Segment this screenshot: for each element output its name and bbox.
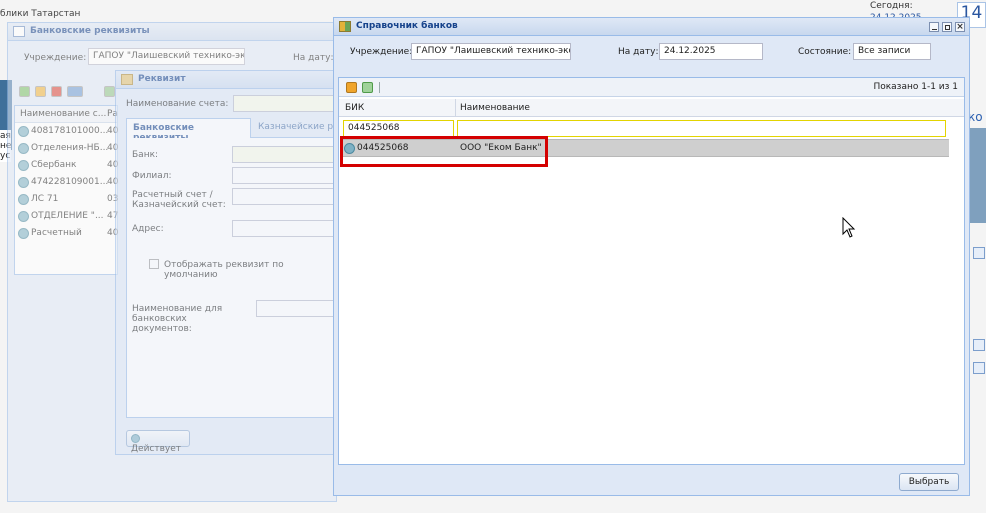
edit-icon[interactable] [35, 86, 46, 97]
filter-panel: Учреждение: ГАПОУ "Лаишевский технико-эк… [338, 38, 965, 65]
status-icon [18, 211, 29, 222]
institution-label: Учреждение: [24, 53, 87, 63]
table-row[interactable]: Отделения-НБ... 40 [15, 140, 118, 157]
requisite-icon [121, 74, 133, 85]
date-label: На дату: [618, 47, 659, 57]
tab-bank-requisites[interactable]: Банковские реквизиты [126, 118, 251, 143]
default-checkbox[interactable] [149, 259, 159, 269]
background-right-icon-2[interactable] [973, 339, 985, 351]
shown-count: Показано 1-1 из 1 [873, 82, 958, 92]
account-name-label: Наименование счета: [126, 99, 229, 109]
maximize-icon[interactable] [942, 22, 952, 32]
col-name-header[interactable]: Наименование с... [20, 109, 106, 119]
doc-name-field[interactable] [256, 300, 339, 317]
date-field[interactable]: 24.12.2025 [659, 43, 763, 60]
tab-treasury-requisites[interactable]: Казначейские рекв [254, 118, 338, 138]
requisite-title: Реквизит [138, 74, 186, 84]
refresh-icon[interactable] [104, 86, 115, 97]
row-name: ОТДЕЛЕНИЕ "... [31, 211, 104, 221]
bank-details-grid: Наименование с... Ра 408178101000... 40 … [14, 105, 118, 275]
branch-field[interactable] [232, 167, 339, 184]
row-name: 474228109001... [31, 177, 109, 187]
mouse-cursor-icon [842, 217, 856, 238]
status-icon [18, 194, 29, 205]
select-button[interactable]: Выбрать [899, 473, 959, 491]
account-label: Расчетный счет / Казначейский счет: [132, 190, 226, 210]
requisite-titlebar: Реквизит [116, 71, 336, 89]
address-label: Адрес: [132, 224, 164, 234]
status-button-label: Действует [131, 444, 182, 454]
status-icon [18, 228, 29, 239]
default-checkbox-label: Отображать реквизит по умолчанию [164, 260, 284, 280]
print-icon[interactable] [67, 86, 83, 97]
bank-directory-titlebar: Справочник банков × [334, 18, 969, 36]
table-row[interactable]: ЛС 71 03 [15, 191, 118, 208]
bik-filter-input[interactable]: 044525068 [343, 120, 454, 137]
branch-label: Филиал: [132, 171, 172, 181]
region-label: блики Татарстан [0, 9, 81, 19]
row-name: Отделения-НБ... [31, 143, 109, 153]
toolbar-separator [379, 82, 380, 93]
close-icon[interactable]: × [955, 22, 965, 32]
date-label: На дату: [293, 53, 334, 63]
col-bik-header[interactable]: БИК [345, 103, 455, 113]
minimize-icon[interactable] [929, 22, 939, 32]
row-name: 408178101000... [31, 126, 109, 136]
table-row[interactable]: ОТДЕЛЕНИЕ "... 47 [15, 208, 118, 225]
status-icon [131, 434, 140, 443]
bank-directory-title: Справочник банков [356, 21, 458, 31]
refresh-icon[interactable] [362, 82, 373, 93]
highlight-box [340, 136, 548, 167]
col-name-header[interactable]: Наименование [460, 103, 530, 113]
row-name: Сбербанк [31, 160, 77, 170]
background-right-icon-3[interactable] [973, 362, 985, 374]
add-icon[interactable] [19, 86, 30, 97]
edit-icon[interactable] [346, 82, 357, 93]
window-icon [13, 26, 25, 37]
institution-field[interactable]: ГАПОУ "Лаишевский технико-экон [411, 43, 571, 60]
requisite-tabs: Банковские реквизиты Казначейские рекв [126, 118, 338, 143]
state-field[interactable]: Все записи [853, 43, 931, 60]
account-name-field[interactable] [233, 95, 338, 112]
bank-field[interactable] [232, 146, 339, 163]
table-row[interactable]: Сбербанк 40 [15, 157, 118, 174]
delete-icon[interactable] [51, 86, 62, 97]
status-icon [18, 177, 29, 188]
grid-header: Наименование с... Ра [15, 106, 118, 123]
address-field[interactable] [232, 220, 339, 237]
bank-details-title: Банковские реквизиты [30, 26, 150, 36]
background-right-icon-1[interactable] [973, 247, 985, 259]
row-name: Расчетный [31, 228, 82, 238]
background-right-link[interactable]: ко [968, 110, 983, 124]
table-row[interactable]: 474228109001... 40 [15, 174, 118, 191]
grid-rows: 408178101000... 40 Отделения-НБ... 40 Сб… [15, 123, 118, 242]
grid-header: БИК Наименование [339, 99, 964, 117]
table-row[interactable]: 408178101000... 40 [15, 123, 118, 140]
account-field[interactable] [232, 188, 339, 205]
institution-label: Учреждение: [350, 47, 413, 57]
bank-details-titlebar: Банковские реквизиты [8, 23, 336, 41]
requisite-window: Реквизит Наименование счета: Банковские … [115, 70, 339, 455]
status-icon [18, 126, 29, 137]
today-label: Сегодня: [870, 1, 913, 11]
bank-label: Банк: [132, 150, 159, 160]
col-divider [455, 99, 456, 117]
table-row[interactable]: Расчетный 40 [15, 225, 118, 242]
state-label: Состояние: [798, 47, 852, 57]
status-button[interactable]: Действует [126, 430, 190, 454]
doc-name-label: Наименование для банковских документов: [132, 304, 223, 334]
grid-toolbar: Показано 1-1 из 1 [339, 78, 964, 97]
row-name: ЛС 71 [31, 194, 59, 204]
status-icon [18, 143, 29, 154]
institution-field[interactable]: ГАПОУ "Лаишевский технико-экон [88, 48, 245, 65]
requisite-form: Банк: Филиал: Расчетный счет / Казначейс… [126, 138, 339, 418]
bank-directory-icon [339, 21, 351, 32]
name-filter-input[interactable] [457, 120, 946, 137]
status-icon [18, 160, 29, 171]
bank-directory-window: Справочник банков × Учреждение: ГАПОУ "Л… [333, 17, 970, 496]
